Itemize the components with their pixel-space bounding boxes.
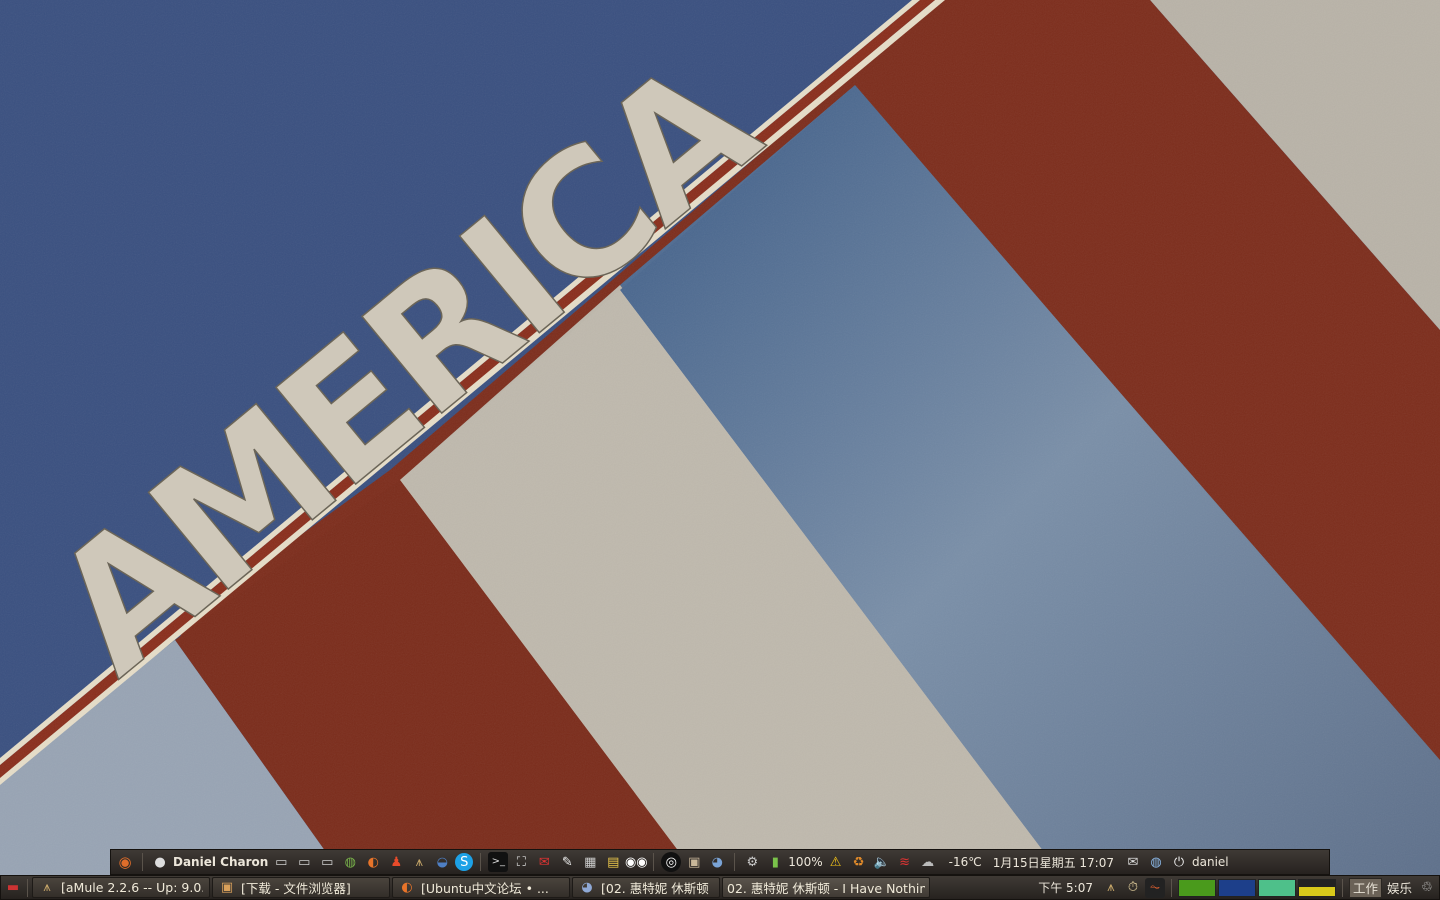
amule-icon[interactable]: ⩚ <box>409 852 429 872</box>
terminal-icon[interactable]: >_ <box>488 852 509 872</box>
desktop-wallpaper: AMERICA <box>0 0 1440 900</box>
user-name[interactable]: Daniel Charon <box>173 855 268 869</box>
warning-icon[interactable]: ⚠ <box>826 852 846 872</box>
user-icon: ● <box>154 854 166 870</box>
taskbar-item-file-browser[interactable]: ▣ [下载 - 文件浏览器] <box>212 877 390 898</box>
battery-icon[interactable]: ▮ <box>765 852 785 872</box>
folder-icon: ▣ <box>220 880 234 895</box>
drive-icon[interactable]: ▭ <box>317 852 337 872</box>
skype-icon[interactable]: S <box>455 853 474 871</box>
task-label: 02. 惠特妮 休斯顿 - I Have Nothing <box>727 881 925 896</box>
datetime[interactable]: 1月15日星期五 17:07 <box>993 854 1114 871</box>
drive-icon[interactable]: ▭ <box>271 852 291 872</box>
panel-separator <box>1341 878 1343 897</box>
file-manager-icon[interactable]: ▤ <box>603 852 623 872</box>
show-desktop-icon[interactable]: ▬ <box>3 878 23 898</box>
update-icon[interactable]: ♻ <box>849 852 869 872</box>
taskbar-item-now-playing[interactable]: 02. 惠特妮 休斯顿 - I Have Nothing <box>722 877 930 898</box>
task-label: [下载 - 文件浏览器] <box>241 881 351 896</box>
timer-icon[interactable]: ⏱ <box>1123 878 1143 898</box>
network-graph[interactable] <box>1217 878 1256 897</box>
network-settings-icon[interactable]: ⚙ <box>742 852 762 872</box>
calculator-icon[interactable]: ▦ <box>580 852 600 872</box>
load-graph[interactable] <box>1297 878 1336 897</box>
camera-icon[interactable]: ◎ <box>661 852 682 872</box>
bottom-panel: ▬ ⩚ [aMule 2.2.6 -- Up: 9.0... ▣ [下载 - 文… <box>0 875 1440 900</box>
panel-separator <box>480 853 482 871</box>
memory-graph[interactable] <box>1257 878 1296 897</box>
volume-icon[interactable]: 🔈 <box>872 852 892 872</box>
screenshot-icon[interactable]: ⛶ <box>511 852 531 872</box>
speaker-icon[interactable]: ▣ <box>684 852 704 872</box>
panel-separator <box>653 853 655 871</box>
panel-separator <box>1170 878 1172 897</box>
workspace-work[interactable]: 工作 <box>1348 877 1382 898</box>
ubuntu-logo-icon[interactable]: ◉ <box>115 852 135 872</box>
top-panel: ◉ ● Daniel Charon ▭ ▭ ▭ ◍ ◐ ♟ ⩚ ◒ S >_ ⛶… <box>110 849 1330 875</box>
task-label: [Ubuntu中文论坛 • ... <box>421 881 549 896</box>
panel-separator <box>734 853 736 871</box>
taskbar-item-amule[interactable]: ⩚ [aMule 2.2.6 -- Up: 9.0... <box>32 877 210 898</box>
task-label: [02. 惠特妮 休斯顿 - I <box>601 881 713 896</box>
clock[interactable]: 下午 5:07 <box>1038 879 1093 896</box>
workspace-entertainment[interactable]: 娱乐 <box>1384 878 1415 898</box>
firefox-icon[interactable]: ◐ <box>363 852 383 872</box>
wifi-icon[interactable]: ≋ <box>895 852 915 872</box>
globe-search-icon[interactable]: ◕ <box>707 852 727 872</box>
system-monitor-icon[interactable]: ⏦ <box>1144 877 1165 898</box>
amule-icon: ⩚ <box>43 880 51 895</box>
qq-penguin-icon[interactable]: ♟ <box>386 852 406 872</box>
music-player-icon: ◕ <box>581 880 593 895</box>
mail-icon[interactable]: ✉ <box>1123 852 1143 872</box>
task-label: [aMule 2.2.6 -- Up: 9.0... <box>61 880 203 895</box>
taskbar-item-firefox[interactable]: ◐ [Ubuntu中文论坛 • ... <box>392 877 570 898</box>
gmail-icon[interactable]: ✉ <box>534 852 554 872</box>
thunderbird-icon[interactable]: ◒ <box>432 852 452 872</box>
amule-icon[interactable]: ⩚ <box>1101 878 1121 898</box>
panel-separator <box>27 878 28 897</box>
power-icon[interactable]: ⏻ <box>1169 852 1189 872</box>
eyes-icon[interactable]: ◉◉ <box>625 852 648 872</box>
cpu-graph[interactable] <box>1177 878 1216 897</box>
chat-icon[interactable]: ◍ <box>1146 852 1166 872</box>
firefox-icon: ◐ <box>401 880 413 895</box>
globe-icon[interactable]: ◍ <box>340 852 360 872</box>
battery-percentage: 100% <box>788 855 823 869</box>
text-editor-icon[interactable]: ✎ <box>557 852 577 872</box>
trash-icon[interactable]: ♲ <box>1417 878 1437 898</box>
drive-icon[interactable]: ▭ <box>294 852 314 872</box>
session-user[interactable]: daniel <box>1192 855 1229 869</box>
temperature[interactable]: -16℃ <box>949 855 982 869</box>
weather-icon[interactable]: ☁ <box>918 852 938 872</box>
taskbar-item-music-player[interactable]: ◕ [02. 惠特妮 休斯顿 - I <box>572 877 720 898</box>
panel-separator <box>142 853 143 871</box>
